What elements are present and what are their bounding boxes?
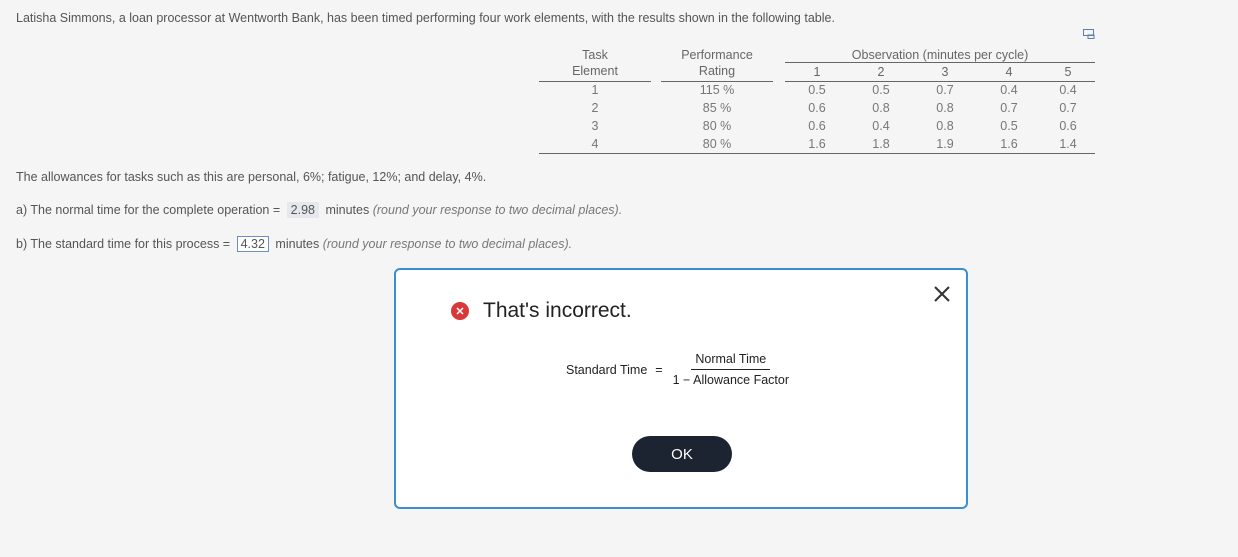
formula-fraction: Normal Time 1 − Allowance Factor [669,352,793,387]
obs-col-2: 2 [849,62,913,82]
obs-col-3: 3 [913,62,977,82]
table-row: 4 80 % 1.6 1.8 1.9 1.6 1.4 [539,135,1096,154]
answer-b-field[interactable]: 4.32 [236,236,269,252]
feedback-status: ✕ That's incorrect. [451,299,632,323]
question-b: b) The standard time for this process = … [16,236,573,252]
ok-button[interactable]: OK [632,436,732,472]
problem-intro: Latisha Simmons, a loan processor at Wen… [16,11,835,25]
formula-denominator: 1 − Allowance Factor [672,373,789,387]
rating-header-2: Rating [661,62,773,82]
table-row: 2 85 % 0.6 0.8 0.8 0.7 0.7 [591,101,1077,115]
observation-header: Observation (minutes per cycle) [785,42,1096,63]
task-header: Task [582,48,608,62]
allowances-text: The allowances for tasks such as this ar… [16,170,487,184]
formula-equals: = [655,362,663,377]
expand-icon[interactable] [1083,29,1095,39]
formula-lhs: Standard Time [566,362,648,377]
task-header-2: Element [539,62,651,82]
answer-a-field[interactable]: 2.98 [286,202,319,218]
close-icon[interactable] [932,284,952,304]
table-row: 1 115 % 0.5 0.5 0.7 0.4 0.4 [591,83,1077,98]
rating-header: Performance [681,48,753,62]
obs-col-5: 5 [1041,62,1096,82]
standard-time-formula: Standard Time = Normal Time 1 − Allowanc… [566,352,793,387]
obs-col-1: 1 [785,62,849,82]
feedback-dialog: ✕ That's incorrect. Standard Time = Norm… [394,268,968,509]
error-icon: ✕ [451,302,469,320]
page: Latisha Simmons, a loan processor at Wen… [0,0,1238,557]
formula-numerator: Normal Time [691,352,771,370]
obs-col-4: 4 [977,62,1041,82]
question-a: a) The normal time for the complete oper… [16,202,623,218]
observation-table: Task Performance Observation (minutes pe… [539,42,1096,154]
status-text: That's incorrect. [483,299,632,322]
table-row: 3 80 % 0.6 0.4 0.8 0.5 0.6 [591,119,1077,133]
